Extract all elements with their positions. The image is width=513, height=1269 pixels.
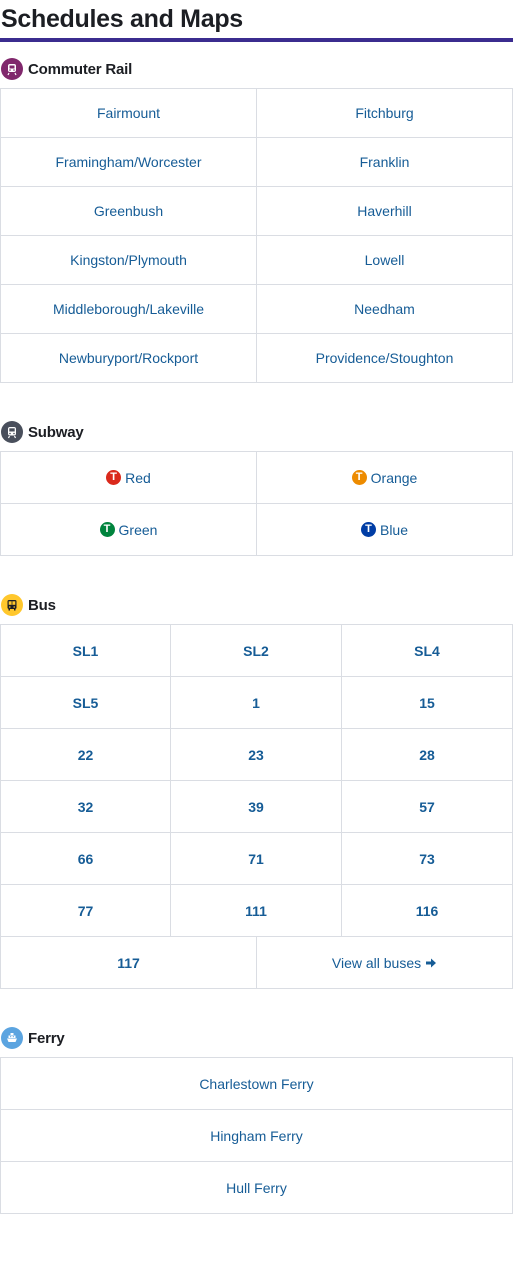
title-divider — [0, 38, 513, 42]
view-all-buses-label: View all buses — [331, 954, 422, 971]
commuter-rail-line-greenbush[interactable]: Greenbush — [1, 187, 257, 236]
bus-route[interactable]: SL2 — [171, 625, 342, 677]
view-all-buses-link[interactable]: View all buses — [257, 937, 513, 989]
subway-line-label: Orange — [370, 469, 418, 486]
bus-route[interactable]: 116 — [342, 885, 513, 937]
subway-line-red[interactable]: T Red — [1, 452, 257, 504]
commuter-rail-title: Commuter Rail — [28, 60, 133, 78]
commuter-rail-line-lowell[interactable]: Lowell — [257, 236, 513, 285]
commuter-rail-line-newburyport-rockport[interactable]: Newburyport/Rockport — [1, 334, 257, 383]
subway-line-green[interactable]: T Green — [1, 504, 257, 556]
bus-route[interactable]: 71 — [171, 833, 342, 885]
bus-route[interactable]: 111 — [171, 885, 342, 937]
subway-section: Subway T Red T Orange T Green T Blue — [0, 421, 513, 556]
subway-icon — [1, 421, 23, 443]
t-logo-icon: T — [106, 470, 122, 485]
page-title: Schedules and Maps — [1, 5, 243, 33]
commuter-rail-section: Commuter Rail Fairmount Fitchburg Framin… — [0, 58, 513, 383]
bus-route[interactable]: SL4 — [342, 625, 513, 677]
t-logo-icon: T — [99, 522, 115, 537]
commuter-rail-line-framingham-worcester[interactable]: Framingham/Worcester — [1, 138, 257, 187]
subway-header: Subway — [0, 421, 513, 443]
commuter-rail-line-kingston-plymouth[interactable]: Kingston/Plymouth — [1, 236, 257, 285]
ferry-title: Ferry — [28, 1029, 65, 1047]
subway-title: Subway — [28, 423, 84, 441]
ferry-grid: Charlestown Ferry Hingham Ferry Hull Fer… — [0, 1057, 513, 1214]
commuter-rail-line-middleborough-lakeville[interactable]: Middleborough/Lakeville — [1, 285, 257, 334]
commuter-rail-header: Commuter Rail — [0, 58, 513, 80]
bus-route[interactable]: 1 — [171, 677, 342, 729]
bus-route[interactable]: 22 — [1, 729, 171, 781]
commuter-rail-line-providence-stoughton[interactable]: Providence/Stoughton — [257, 334, 513, 383]
bus-route[interactable]: 117 — [1, 937, 257, 989]
ferry-route-hull[interactable]: Hull Ferry — [1, 1162, 513, 1214]
bus-route[interactable]: 23 — [171, 729, 342, 781]
commuter-rail-line-fitchburg[interactable]: Fitchburg — [257, 89, 513, 138]
commuter-rail-line-fairmount[interactable]: Fairmount — [1, 89, 257, 138]
bus-grid: SL1 SL2 SL4 SL5 1 15 22 23 28 32 39 57 6… — [0, 624, 513, 937]
bus-header: Bus — [0, 594, 513, 616]
arrow-right-icon — [425, 957, 437, 969]
bus-route[interactable]: 77 — [1, 885, 171, 937]
subway-line-blue[interactable]: T Blue — [257, 504, 513, 556]
subway-line-label: Red — [125, 469, 151, 486]
bus-grid-footer: 117 View all buses — [0, 937, 513, 989]
ferry-route-hingham[interactable]: Hingham Ferry — [1, 1110, 513, 1162]
commuter-rail-grid: Fairmount Fitchburg Framingham/Worcester… — [0, 88, 513, 383]
bus-route[interactable]: 57 — [342, 781, 513, 833]
bus-title: Bus — [28, 596, 56, 614]
ferry-icon — [1, 1027, 23, 1049]
bus-route[interactable]: 15 — [342, 677, 513, 729]
t-logo-icon: T — [351, 470, 367, 485]
commuter-rail-line-franklin[interactable]: Franklin — [257, 138, 513, 187]
bus-route[interactable]: 28 — [342, 729, 513, 781]
ferry-header: Ferry — [0, 1027, 513, 1049]
subway-line-orange[interactable]: T Orange — [257, 452, 513, 504]
bus-section: Bus SL1 SL2 SL4 SL5 1 15 22 23 28 32 39 … — [0, 594, 513, 989]
commuter-rail-line-haverhill[interactable]: Haverhill — [257, 187, 513, 236]
bus-route[interactable]: 73 — [342, 833, 513, 885]
subway-grid: T Red T Orange T Green T Blue — [0, 451, 513, 556]
subway-line-label: Blue — [379, 521, 409, 538]
bus-route[interactable]: SL1 — [1, 625, 171, 677]
bus-route[interactable]: 66 — [1, 833, 171, 885]
ferry-section: Ferry Charlestown Ferry Hingham Ferry Hu… — [0, 1027, 513, 1214]
bus-route[interactable]: SL5 — [1, 677, 171, 729]
commuter-rail-line-needham[interactable]: Needham — [257, 285, 513, 334]
bus-icon — [1, 594, 23, 616]
bus-route[interactable]: 39 — [171, 781, 342, 833]
t-logo-icon: T — [360, 522, 376, 537]
commuter-rail-icon — [1, 58, 23, 80]
bus-route[interactable]: 32 — [1, 781, 171, 833]
ferry-route-charlestown[interactable]: Charlestown Ferry — [1, 1058, 513, 1110]
subway-line-label: Green — [118, 521, 158, 538]
